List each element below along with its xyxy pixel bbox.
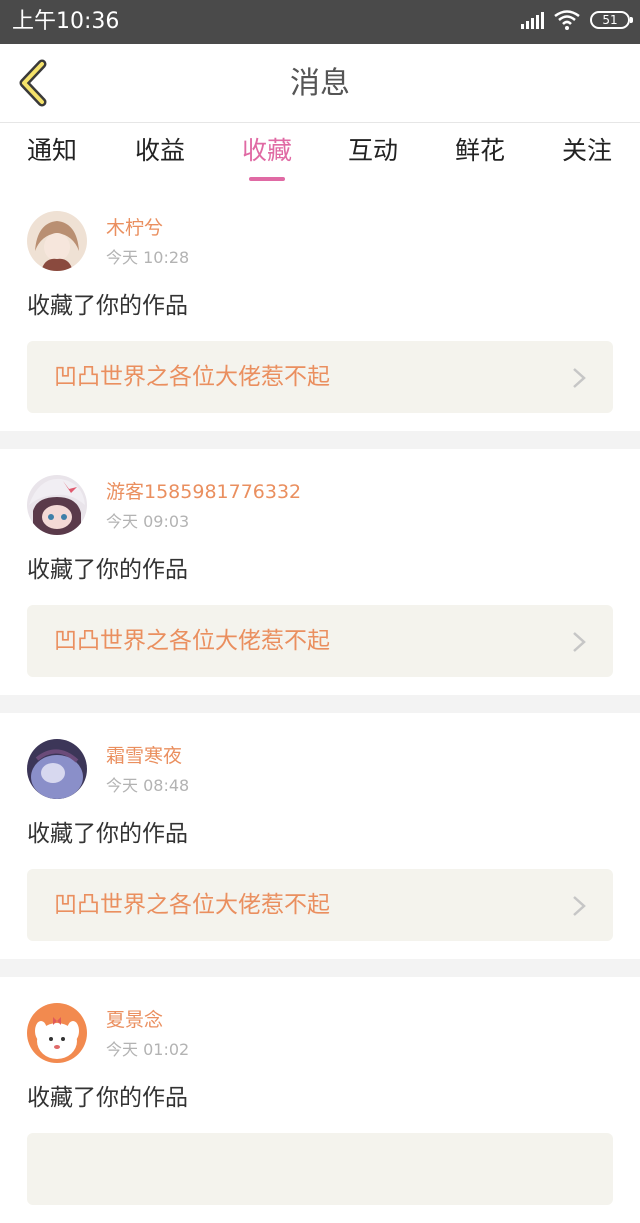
message-item: 游客1585981776332 今天 09:03 收藏了你的作品 凹凸世界之各位…	[0, 449, 640, 695]
work-link[interactable]	[27, 1133, 613, 1205]
work-link[interactable]: 凹凸世界之各位大佬惹不起	[27, 869, 613, 941]
message-item: 木柠兮 今天 10:28 收藏了你的作品 凹凸世界之各位大佬惹不起	[0, 185, 640, 431]
chevron-right-icon	[573, 896, 586, 916]
message-list: 木柠兮 今天 10:28 收藏了你的作品 凹凸世界之各位大佬惹不起 游客1585…	[0, 185, 640, 1223]
message-text: 收藏了你的作品	[27, 821, 188, 847]
message-item: 夏景念 今天 01:02 收藏了你的作品	[0, 977, 640, 1223]
chevron-right-icon	[573, 632, 586, 652]
wifi-icon	[554, 10, 580, 30]
avatar[interactable]	[27, 1003, 87, 1063]
message-text: 收藏了你的作品	[27, 557, 188, 583]
work-title: 凹凸世界之各位大佬惹不起	[54, 628, 330, 654]
header: 消息	[0, 44, 640, 123]
status-icons: 51	[521, 10, 633, 30]
avatar[interactable]	[27, 475, 87, 535]
message-time: 今天 10:28	[106, 248, 190, 267]
divider	[0, 959, 640, 977]
user-name[interactable]: 木柠兮	[106, 215, 163, 241]
avatar[interactable]	[27, 739, 87, 799]
work-title: 凹凸世界之各位大佬惹不起	[54, 892, 330, 918]
battery-icon: 51	[590, 11, 633, 29]
user-name[interactable]: 夏景念	[106, 1007, 163, 1033]
message-time: 今天 01:02	[106, 1040, 190, 1059]
page-title: 消息	[290, 66, 350, 101]
tab-follow[interactable]: 关注	[534, 133, 640, 175]
work-link[interactable]: 凹凸世界之各位大佬惹不起	[27, 341, 613, 413]
work-title: 凹凸世界之各位大佬惹不起	[54, 364, 330, 390]
active-tab-indicator	[249, 177, 285, 181]
avatar[interactable]	[27, 211, 87, 271]
message-time: 今天 08:48	[106, 776, 190, 795]
tab-flowers[interactable]: 鲜花	[427, 133, 533, 175]
message-text: 收藏了你的作品	[27, 1085, 188, 1111]
tab-notice[interactable]: 通知	[0, 133, 104, 175]
message-text: 收藏了你的作品	[27, 293, 188, 319]
work-link[interactable]: 凹凸世界之各位大佬惹不起	[27, 605, 613, 677]
tab-bar: 通知 收益 收藏 互动 鲜花 关注	[0, 123, 640, 185]
divider	[0, 695, 640, 713]
status-bar: 上午10:36 51	[0, 0, 640, 44]
tab-favorites[interactable]: 收藏	[214, 133, 320, 181]
user-name[interactable]: 游客1585981776332	[106, 479, 301, 505]
status-time: 上午10:36	[12, 9, 120, 34]
message-item: 霜雪寒夜 今天 08:48 收藏了你的作品 凹凸世界之各位大佬惹不起	[0, 713, 640, 959]
tab-earnings[interactable]: 收益	[107, 133, 213, 175]
divider	[0, 431, 640, 449]
chevron-right-icon	[573, 368, 586, 388]
user-name[interactable]: 霜雪寒夜	[106, 743, 182, 769]
message-time: 今天 09:03	[106, 512, 190, 531]
signal-icon	[521, 11, 544, 29]
tab-interaction[interactable]: 互动	[320, 133, 426, 175]
